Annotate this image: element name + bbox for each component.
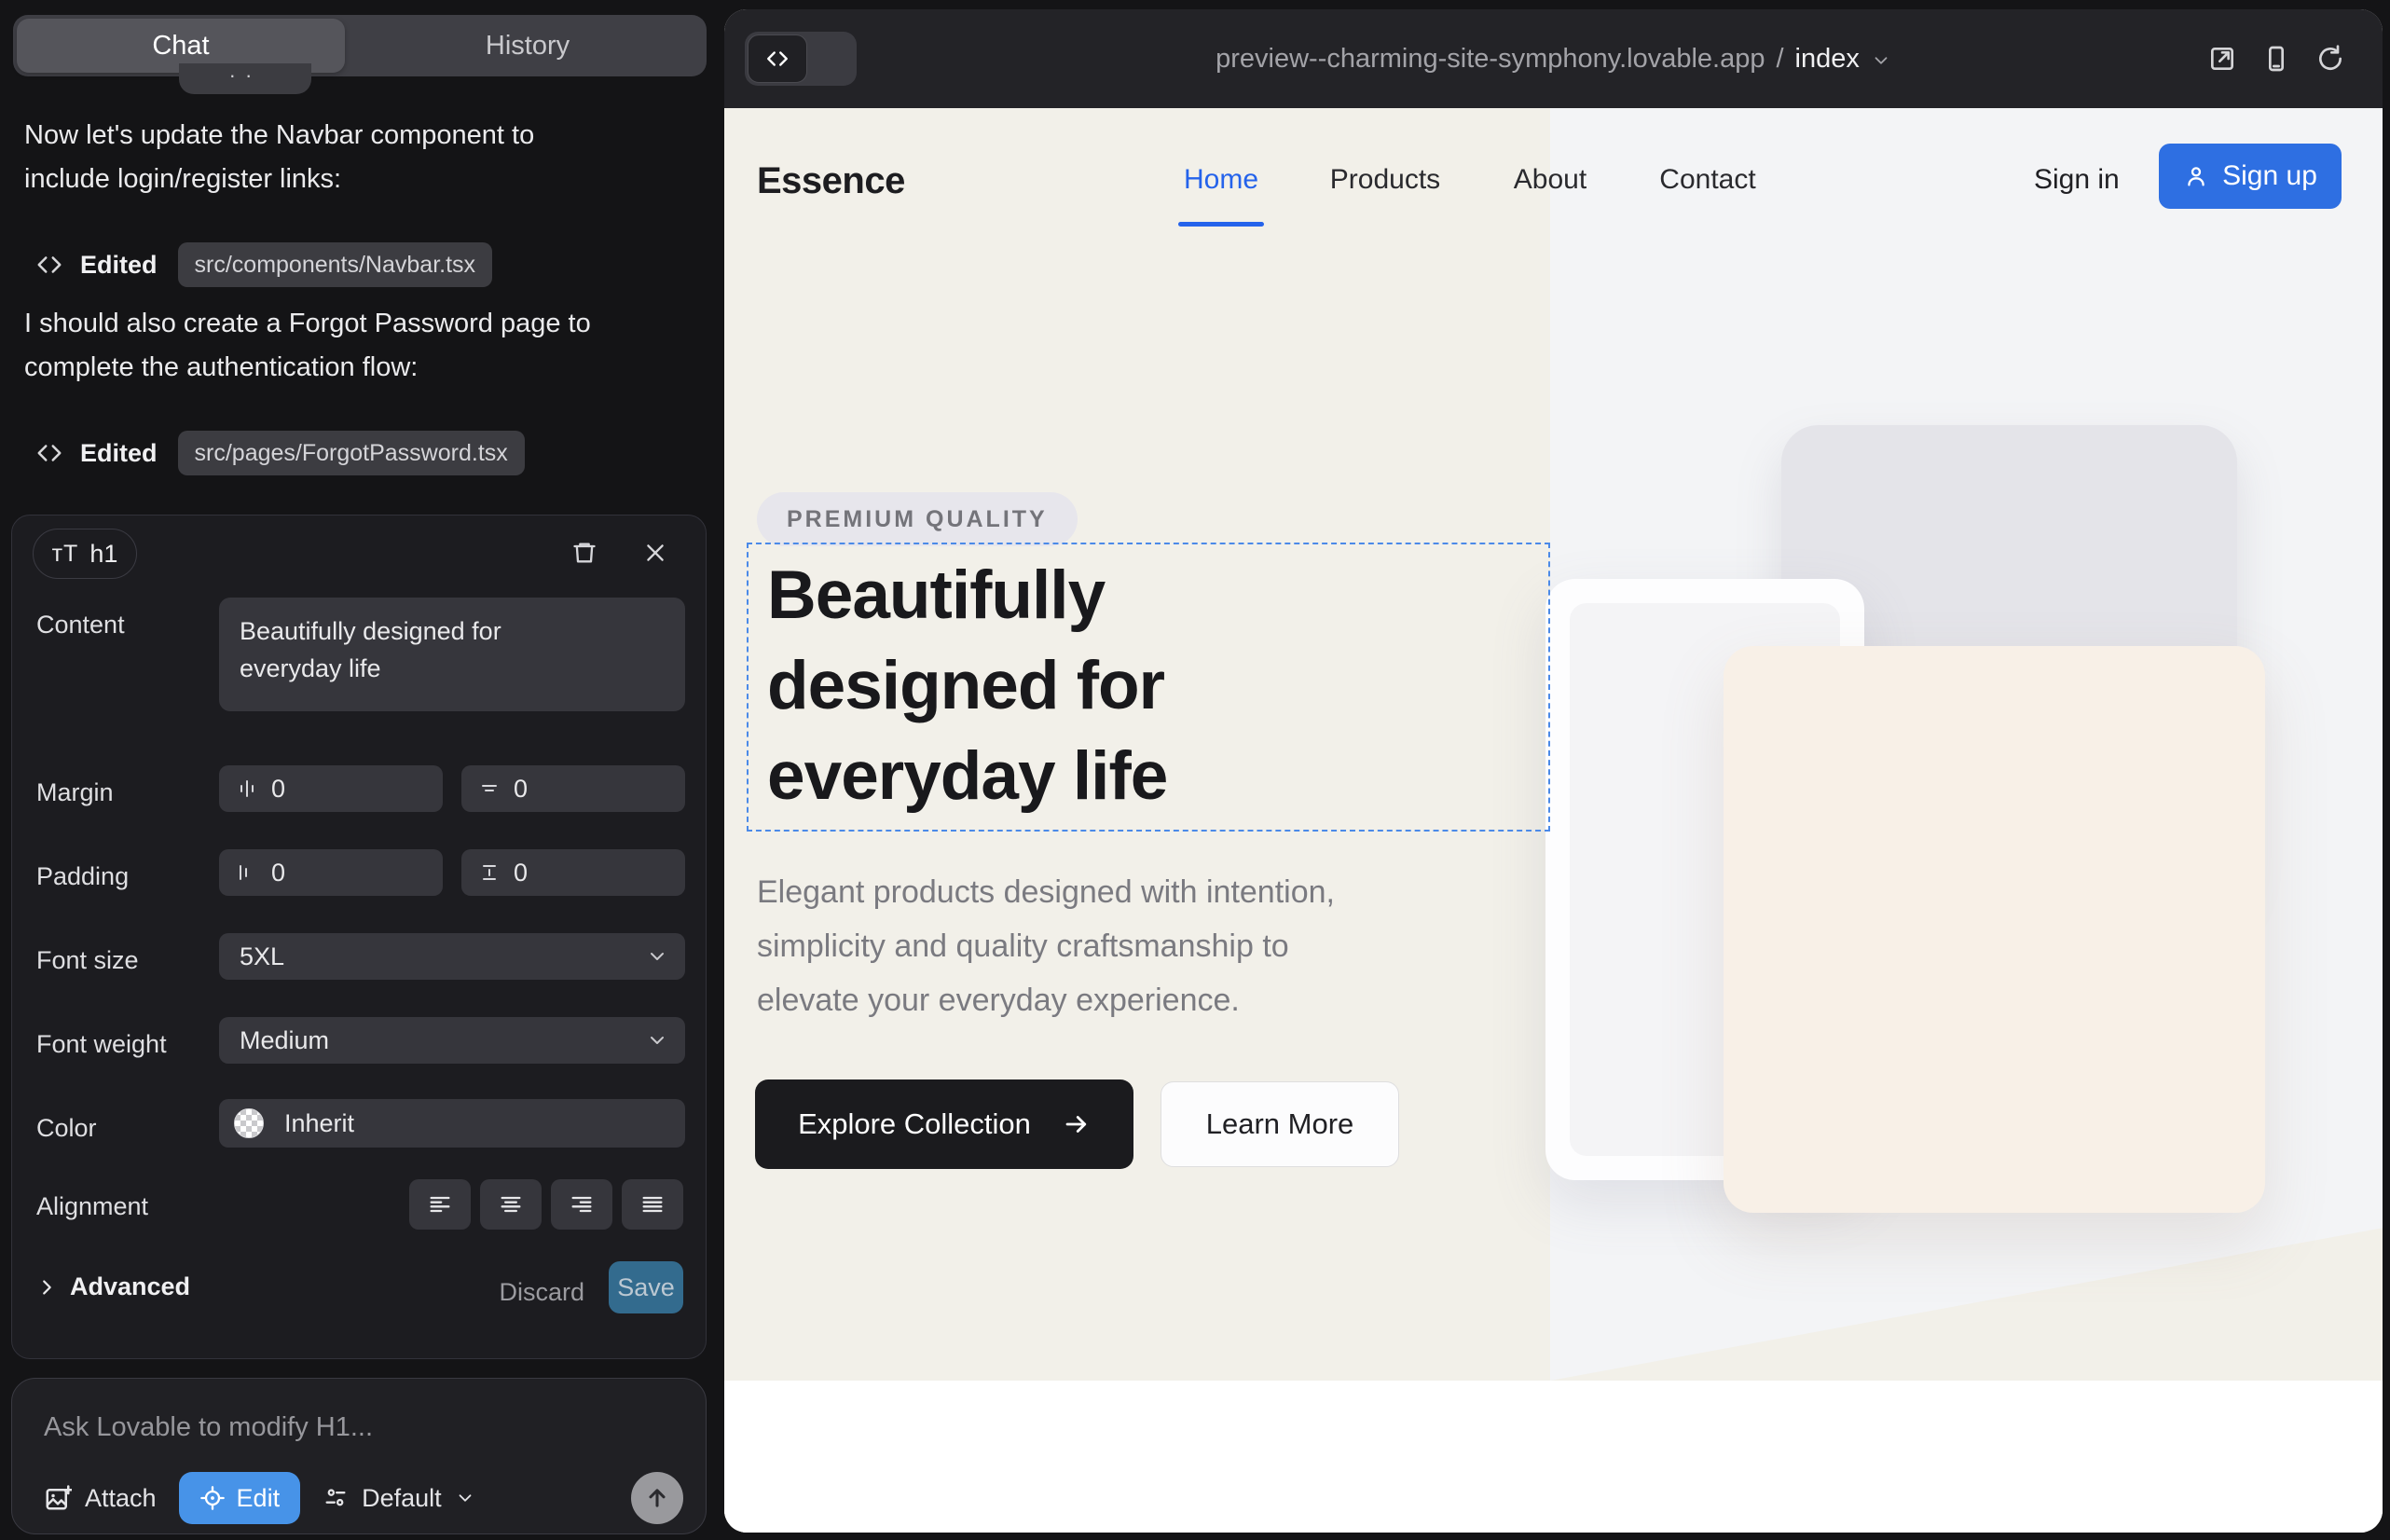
send-button[interactable]	[631, 1472, 683, 1524]
site-logo[interactable]: Essence	[757, 160, 905, 202]
align-justify-button[interactable]	[622, 1179, 683, 1230]
file-chip[interactable]: src/pages/ForgotPassword.tsx	[178, 431, 525, 475]
color-label: Color	[36, 1114, 97, 1143]
content-label: Content	[36, 611, 125, 639]
scrolled-file-chip-partial: ··	[179, 63, 311, 94]
assistant-message: Now let's update the Navbar component to…	[24, 114, 688, 201]
explore-collection-button[interactable]: Explore Collection	[755, 1079, 1133, 1169]
arrow-right-icon	[1063, 1110, 1091, 1138]
element-tag: h1	[89, 540, 117, 569]
preview-toolbar: preview--charming-site-symphony.lovable.…	[724, 9, 2383, 108]
save-button[interactable]: Save	[609, 1261, 683, 1313]
chat-composer: Ask Lovable to modify H1... Attach Edit …	[11, 1378, 707, 1534]
mode-select[interactable]: Default	[323, 1484, 475, 1513]
refresh-icon[interactable]	[2315, 44, 2345, 74]
edit-mode-button[interactable]: Edit	[179, 1472, 301, 1524]
padding-y-input[interactable]: 0	[461, 849, 685, 896]
color-select[interactable]: Inherit	[219, 1099, 685, 1148]
advanced-toggle[interactable]: Advanced	[36, 1272, 190, 1301]
margin-y-icon	[478, 777, 501, 800]
chevron-right-icon	[36, 1277, 57, 1298]
tab-history[interactable]: History	[349, 15, 707, 76]
delete-element-button[interactable]	[564, 532, 605, 573]
align-left-button[interactable]	[409, 1179, 471, 1230]
close-icon[interactable]	[635, 532, 676, 573]
h1-editor-panel: тT h1 Content Beautifully designed for e…	[11, 515, 707, 1359]
chat-input[interactable]: Ask Lovable to modify H1...	[44, 1412, 373, 1443]
padding-x-icon	[236, 861, 258, 884]
open-in-new-tab-icon[interactable]	[2207, 44, 2237, 74]
hero-paragraph: Elegant products designed with intention…	[757, 865, 1335, 1027]
chevron-down-icon	[455, 1488, 475, 1508]
learn-more-button[interactable]: Learn More	[1161, 1081, 1399, 1167]
assistant-message: I should also create a Forgot Password p…	[24, 302, 688, 390]
margin-x-icon	[236, 777, 258, 800]
font-weight-label: Font weight	[36, 1030, 167, 1059]
sign-up-button[interactable]: Sign up	[2159, 144, 2342, 209]
url-separator: /	[1776, 44, 1783, 75]
align-center-button[interactable]	[480, 1179, 542, 1230]
edited-label: Edited	[80, 251, 158, 280]
chevron-down-icon	[646, 945, 668, 968]
edited-file-row: Edited src/pages/ForgotPassword.tsx	[35, 431, 525, 475]
target-icon	[199, 1485, 226, 1511]
discard-button[interactable]: Discard	[499, 1278, 584, 1307]
edited-file-row: Edited src/components/Navbar.tsx	[35, 242, 492, 287]
chat-sidebar: Chat History ·· Now let's update the Nav…	[0, 0, 724, 1540]
padding-label: Padding	[36, 862, 129, 891]
element-tag-pill: тT h1	[33, 529, 137, 579]
mobile-view-icon[interactable]	[2261, 44, 2291, 74]
font-size-select[interactable]: 5XL	[219, 933, 685, 980]
chevron-down-icon	[1871, 50, 1891, 71]
decorative-card-cream	[1724, 646, 2265, 1213]
padding-y-icon	[478, 861, 501, 884]
next-section	[724, 1381, 2383, 1533]
margin-y-input[interactable]: 0	[461, 765, 685, 812]
color-swatch	[234, 1108, 264, 1138]
nav-link-home[interactable]: Home	[1178, 164, 1264, 196]
chevron-down-icon	[646, 1029, 668, 1052]
padding-x-input[interactable]: 0	[219, 849, 443, 896]
edited-label: Edited	[80, 439, 158, 468]
preview-window: preview--charming-site-symphony.lovable.…	[724, 9, 2383, 1533]
code-icon	[35, 251, 63, 279]
typography-icon: тT	[52, 541, 79, 568]
attach-button[interactable]: Attach	[44, 1484, 157, 1513]
nav-link-about[interactable]: About	[1507, 164, 1593, 196]
url-page: index	[1795, 44, 1860, 75]
align-right-button[interactable]	[551, 1179, 612, 1230]
sign-in-link[interactable]: Sign in	[2034, 164, 2120, 196]
premium-quality-badge: PREMIUM QUALITY	[757, 492, 1078, 546]
hero-heading[interactable]: Beautifully designed for everyday life	[767, 550, 1167, 821]
url-domain: preview--charming-site-symphony.lovable.…	[1216, 44, 1765, 75]
font-size-label: Font size	[36, 946, 139, 975]
margin-x-input[interactable]: 0	[219, 765, 443, 812]
nav-home-underline	[1178, 222, 1264, 227]
site-page: Essence Home Products About Contact Sign…	[724, 108, 2383, 1533]
attach-image-icon	[44, 1484, 72, 1512]
nav-link-contact[interactable]: Contact	[1651, 164, 1765, 196]
font-weight-select[interactable]: Medium	[219, 1017, 685, 1064]
sliders-icon	[323, 1485, 349, 1511]
content-textarea[interactable]: Beautifully designed for everyday life	[219, 598, 685, 711]
chat-history-tabs: Chat History	[13, 15, 707, 76]
margin-label: Margin	[36, 778, 114, 807]
url-bar[interactable]: preview--charming-site-symphony.lovable.…	[724, 9, 2383, 108]
user-icon	[2183, 163, 2209, 189]
file-chip[interactable]: src/components/Navbar.tsx	[178, 242, 493, 287]
code-icon	[35, 439, 63, 467]
nav-link-products[interactable]: Products	[1323, 164, 1448, 196]
alignment-label: Alignment	[36, 1192, 148, 1221]
